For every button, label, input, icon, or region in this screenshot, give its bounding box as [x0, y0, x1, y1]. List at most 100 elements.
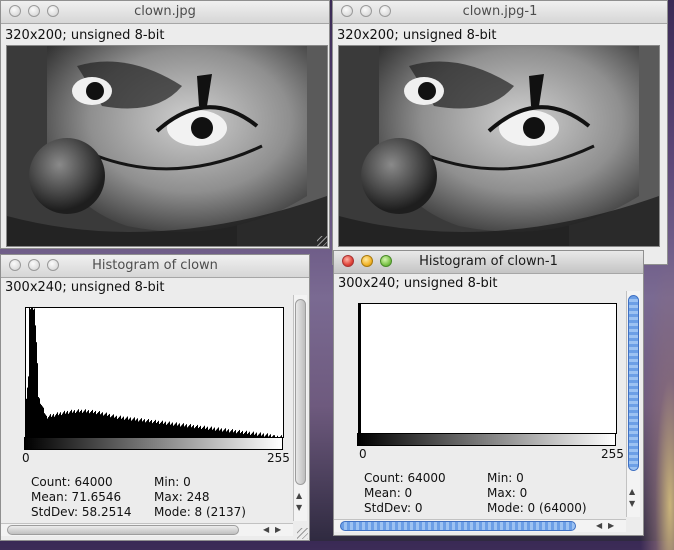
histogram-bar — [202, 428, 203, 437]
histogram-bar — [71, 410, 72, 437]
histogram-bar — [171, 424, 172, 437]
vertical-scrollbar[interactable]: ▲ ▼ — [293, 295, 307, 521]
histogram-bar — [216, 430, 217, 437]
title-bar[interactable]: clown.jpg — [1, 1, 329, 24]
stat-mode: Mode: 0 (64000) — [487, 501, 587, 515]
scroll-right-icon[interactable]: ▶ — [275, 525, 281, 535]
histogram-bar — [228, 429, 229, 437]
histogram-bar — [220, 429, 221, 437]
histogram-bar — [75, 413, 76, 437]
histogram-bar — [120, 416, 121, 437]
histogram-bar — [100, 414, 101, 437]
histogram-bar — [212, 430, 213, 437]
histogram-bar — [83, 412, 84, 437]
histogram-bar — [170, 425, 171, 437]
histogram-bar — [200, 426, 201, 437]
histogram-bar — [182, 424, 183, 437]
histogram-window-clown[interactable]: Histogram of clown 300x240; unsigned 8-b… — [0, 254, 310, 541]
horizontal-scrollbar[interactable]: ◀ ▶ — [334, 519, 626, 532]
histogram-bar — [139, 420, 140, 437]
scroll-up-icon[interactable]: ▲ — [296, 491, 302, 501]
histogram-bar — [59, 414, 60, 437]
stat-max: Max: 248 — [154, 490, 210, 504]
histogram-bar — [74, 410, 75, 437]
histogram-bar — [44, 413, 45, 437]
histogram-bar — [95, 411, 96, 437]
histogram-bar — [77, 410, 78, 437]
histogram-bar — [178, 424, 179, 437]
histogram-bar — [107, 416, 108, 437]
histogram-bar — [149, 422, 150, 437]
clown-image[interactable] — [6, 45, 328, 247]
scroll-up-icon[interactable]: ▲ — [629, 487, 635, 497]
title-bar[interactable]: Histogram of clown-1 — [334, 251, 643, 274]
histogram-bar — [82, 413, 83, 437]
scroll-thumb[interactable] — [628, 295, 639, 471]
histogram-bar — [109, 414, 110, 437]
resize-grip-icon[interactable] — [317, 236, 328, 247]
vertical-scrollbar[interactable]: ▲ ▼ — [626, 291, 640, 517]
scroll-down-icon[interactable]: ▼ — [629, 499, 635, 509]
histogram-bar — [187, 427, 188, 437]
histogram-bar — [80, 411, 81, 437]
histogram-bar — [163, 424, 164, 437]
image-window-clown-copy[interactable]: clown.jpg-1 320x200; unsigned 8-bit — [332, 0, 668, 265]
window-title: clown.jpg — [1, 4, 329, 19]
histogram-bar — [108, 415, 109, 437]
histogram-bar — [167, 424, 168, 437]
histogram-bar — [140, 419, 141, 437]
histogram-bar — [183, 423, 184, 437]
scroll-left-icon[interactable]: ◀ — [263, 525, 269, 535]
title-bar[interactable]: Histogram of clown — [1, 255, 309, 278]
stat-count: Count: 64000 — [364, 471, 446, 485]
histogram-bar — [38, 397, 39, 437]
histogram-bar — [198, 428, 199, 437]
image-window-clown[interactable]: clown.jpg 320x200; unsigned 8-bit — [0, 0, 330, 249]
histogram-bar — [188, 426, 189, 437]
histogram-bar — [131, 421, 132, 437]
scroll-left-icon[interactable]: ◀ — [596, 521, 602, 531]
histogram-bar — [26, 399, 27, 437]
histogram-bar — [129, 419, 130, 437]
histogram-bar — [239, 430, 240, 437]
histogram-bar — [66, 412, 67, 437]
histogram-bar — [148, 419, 149, 437]
histogram-bar — [166, 425, 167, 437]
window-title: Histogram of clown-1 — [334, 254, 643, 269]
histogram-bar — [179, 423, 180, 437]
horizontal-scrollbar[interactable]: ◀ ▶ — [1, 523, 293, 536]
stat-stddev: StdDev: 0 — [364, 501, 423, 515]
histogram-bar — [35, 325, 36, 437]
histogram-bar — [31, 308, 32, 437]
histogram-bar — [158, 421, 159, 437]
scroll-right-icon[interactable]: ▶ — [608, 521, 614, 531]
histogram-bar — [91, 411, 92, 437]
window-title: Histogram of clown — [1, 258, 309, 273]
histogram-bar — [165, 422, 166, 437]
histogram-bar — [96, 414, 97, 437]
scroll-thumb[interactable] — [295, 299, 306, 485]
histogram-window-clown-copy[interactable]: Histogram of clown-1 300x240; unsigned 8… — [333, 250, 644, 536]
histogram-bar — [68, 414, 69, 437]
histogram-bar — [103, 415, 104, 437]
scroll-down-icon[interactable]: ▼ — [296, 503, 302, 513]
resize-grip-icon[interactable] — [297, 528, 308, 539]
histogram-bar — [40, 404, 41, 437]
histogram-bar — [168, 423, 169, 437]
desktop-background — [640, 250, 674, 550]
histogram-bar — [175, 423, 176, 437]
histogram-bar — [78, 409, 79, 437]
title-bar[interactable]: clown.jpg-1 — [333, 1, 667, 24]
histogram-bar — [132, 420, 133, 437]
scroll-thumb[interactable] — [7, 525, 239, 535]
clown-image-copy[interactable] — [338, 45, 660, 247]
image-info-label: 300x240; unsigned 8-bit — [5, 280, 165, 295]
histogram-bar — [194, 428, 195, 437]
histogram-bar — [217, 429, 218, 437]
histogram-bar — [231, 430, 232, 437]
histogram-bar — [39, 398, 40, 437]
histogram-bar — [33, 310, 34, 437]
histogram-bar — [191, 427, 192, 437]
histogram-bar — [117, 419, 118, 437]
scroll-thumb[interactable] — [340, 521, 576, 531]
